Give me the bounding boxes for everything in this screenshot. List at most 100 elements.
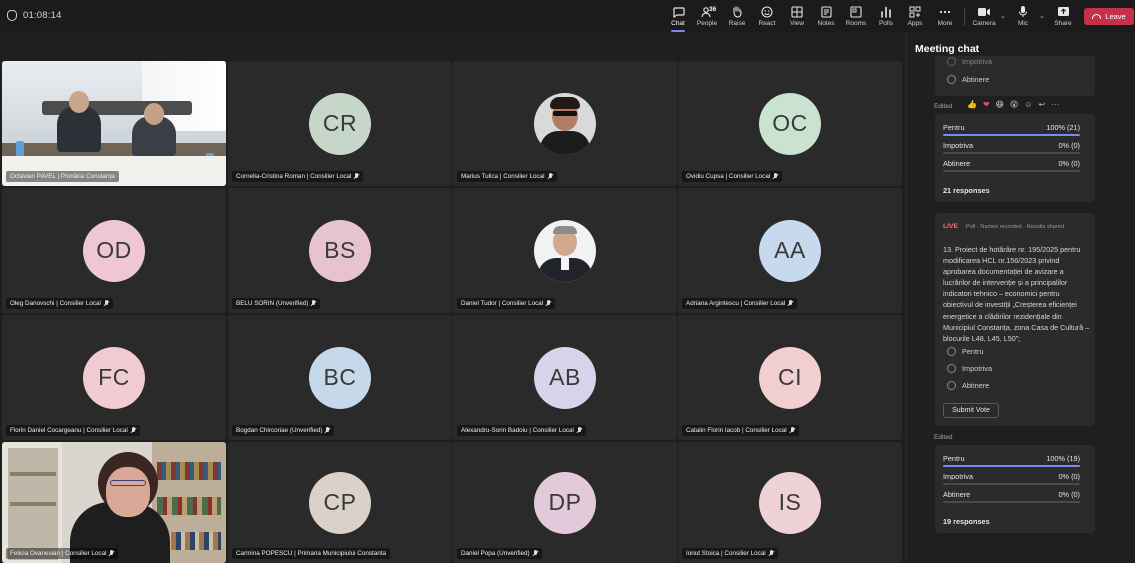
panel-title: Meeting chat xyxy=(915,43,980,55)
shield-icon xyxy=(7,10,17,21)
notes-button[interactable]: Notes xyxy=(812,5,840,29)
chat-icon xyxy=(670,5,686,18)
meeting-toolbar: 01:08:14 Chat 36 People Raise React View… xyxy=(0,0,1135,32)
participant-tile[interactable]: OC Ovidiu Cupsa | Consilier Local xyxy=(678,61,902,186)
toolbar-divider xyxy=(964,8,965,26)
more-options-icon[interactable]: ··· xyxy=(1051,100,1059,109)
participant-tile[interactable]: Felicia Ovanesian | Consilier Local xyxy=(2,442,226,563)
add-reaction-icon[interactable]: ☺ xyxy=(1024,100,1032,109)
participant-avatar: CP xyxy=(309,471,371,534)
view-icon xyxy=(789,5,805,18)
people-button[interactable]: 36 People xyxy=(693,5,721,29)
result-bar xyxy=(943,170,1080,172)
participant-avatar: AA xyxy=(759,219,821,282)
poll-option[interactable]: Abtinere xyxy=(947,75,989,84)
laugh-icon[interactable]: 😆 xyxy=(996,100,1004,109)
rooms-icon xyxy=(848,5,864,18)
participant-tile[interactable]: DP Daniel Popa (Unverified) xyxy=(453,442,677,563)
poll-option[interactable]: Abtinere xyxy=(947,381,989,390)
participant-tile[interactable]: Marius Tulica | Consilier Local xyxy=(453,61,677,186)
participant-tile[interactable]: BS BELU SORIN (Unverified) xyxy=(228,188,452,313)
mic-options-chevron-icon[interactable]: ⌄ xyxy=(1039,12,1045,20)
result-row: Abtinere 0% (0) xyxy=(943,490,1080,499)
participant-avatar: BC xyxy=(309,346,371,409)
live-poll-card: LIVE Poll · Names recorded · Results sha… xyxy=(935,213,1095,426)
participant-name: Alexandru-Sorin Badoiu | Consilier Local xyxy=(457,425,586,436)
participant-tile[interactable]: Daniel Tudor | Consilier Local xyxy=(453,188,677,313)
poll-option[interactable]: Pentru xyxy=(947,347,984,356)
result-bar xyxy=(943,501,1080,503)
result-row: Impotriva 0% (0) xyxy=(943,472,1080,481)
participant-tile[interactable]: OD Oleg Danovschi | Consilier Local xyxy=(2,188,226,313)
submit-vote-button[interactable]: Submit Vote xyxy=(943,403,999,418)
participant-video xyxy=(2,442,226,563)
participant-tile[interactable]: AB Alexandru-Sorin Badoiu | Consilier Lo… xyxy=(453,315,677,440)
participant-name: Carmina POPESCU | Primaria Municipiului … xyxy=(232,548,391,559)
share-icon xyxy=(1055,5,1071,18)
result-row: Pentru 100% (21) xyxy=(943,123,1080,132)
surprised-icon[interactable]: 😮 xyxy=(1010,100,1018,109)
participant-tile[interactable]: BC Bogdan Chircoriae (Unverified) xyxy=(228,315,452,440)
chat-button[interactable]: Chat xyxy=(664,5,692,32)
camera-options-chevron-icon[interactable]: ⌄ xyxy=(1000,12,1006,20)
mic-icon xyxy=(1015,5,1031,18)
response-count: 19 responses xyxy=(943,517,990,526)
result-row: Abtinere 0% (0) xyxy=(943,159,1080,168)
view-button[interactable]: View xyxy=(783,5,811,29)
camera-button[interactable]: Camera xyxy=(970,5,998,29)
result-bar xyxy=(943,465,1080,467)
muted-mic-icon xyxy=(790,427,795,434)
muted-mic-icon xyxy=(311,300,316,307)
participant-tile[interactable]: Octavian PAVEL | Primăria Constanța xyxy=(2,61,226,186)
participant-photo xyxy=(534,92,596,155)
poll-results-card: Pentru 100% (19) Impotriva 0% (0) Abtinere… xyxy=(935,445,1095,533)
participant-tile[interactable]: CP Carmina POPESCU | Primaria Municipiul… xyxy=(228,442,452,563)
heart-icon[interactable]: ❤ xyxy=(983,100,990,109)
muted-mic-icon xyxy=(788,300,793,307)
rooms-button[interactable]: Rooms xyxy=(842,5,870,29)
participant-name: Florin Daniel Cocargeanu | Consilier Loc… xyxy=(6,425,140,436)
participant-tile[interactable]: IS Ionut Stoica | Consilier Local xyxy=(678,442,902,563)
radio-button xyxy=(947,381,956,390)
raise-hand-button[interactable]: Raise xyxy=(723,5,751,29)
participant-name: Catalin Florin Iacob | Consilier Local xyxy=(682,425,799,436)
react-button[interactable]: React xyxy=(753,5,781,29)
muted-mic-icon xyxy=(577,427,582,434)
mic-button[interactable]: Mic xyxy=(1009,5,1037,29)
participant-avatar: CR xyxy=(309,92,371,155)
thumbs-up-icon[interactable]: 👍 xyxy=(967,100,977,109)
muted-mic-icon xyxy=(325,427,330,434)
participant-avatar: OD xyxy=(83,219,145,282)
muted-mic-icon xyxy=(104,300,109,307)
meeting-timer: 01:08:14 xyxy=(23,10,62,21)
muted-mic-icon xyxy=(131,427,136,434)
participant-photo xyxy=(534,219,596,282)
share-button[interactable]: Share xyxy=(1049,5,1077,29)
participant-avatar: OC xyxy=(759,92,821,155)
react-icon xyxy=(759,5,775,18)
participant-name: Cornelia-Cristina Roman | Consilier Loca… xyxy=(232,171,364,182)
leave-button[interactable]: Leave xyxy=(1084,8,1134,25)
participant-tile[interactable]: AA Adriana Argintescu | Consilier Local xyxy=(678,188,902,313)
polls-icon xyxy=(878,5,894,18)
poll-option[interactable]: Impotriva xyxy=(947,57,992,66)
reply-icon[interactable]: ↩ xyxy=(1039,100,1046,109)
participant-avatar: AB xyxy=(534,346,596,409)
participant-name: Marius Tulica | Consilier Local xyxy=(457,171,557,182)
participant-tile[interactable]: CI Catalin Florin Iacob | Consilier Loca… xyxy=(678,315,902,440)
participant-tile[interactable]: CR Cornelia-Cristina Roman | Consilier L… xyxy=(228,61,452,186)
muted-mic-icon xyxy=(354,173,359,180)
muted-mic-icon xyxy=(546,300,551,307)
participant-avatar: FC xyxy=(83,346,145,409)
poll-option[interactable]: Impotriva xyxy=(947,364,992,373)
response-count: 21 responses xyxy=(943,186,990,195)
more-button[interactable]: More xyxy=(931,5,959,29)
participant-tile[interactable]: FC Florin Daniel Cocargeanu | Consilier … xyxy=(2,315,226,440)
result-bar xyxy=(943,483,1080,485)
apps-icon xyxy=(907,5,923,18)
poll-card: Impotriva Abtinere xyxy=(935,56,1095,96)
apps-button[interactable]: Apps xyxy=(901,5,929,29)
polls-button[interactable]: Polls xyxy=(872,5,900,29)
more-icon xyxy=(937,5,953,18)
live-badge: LIVE xyxy=(943,223,959,230)
